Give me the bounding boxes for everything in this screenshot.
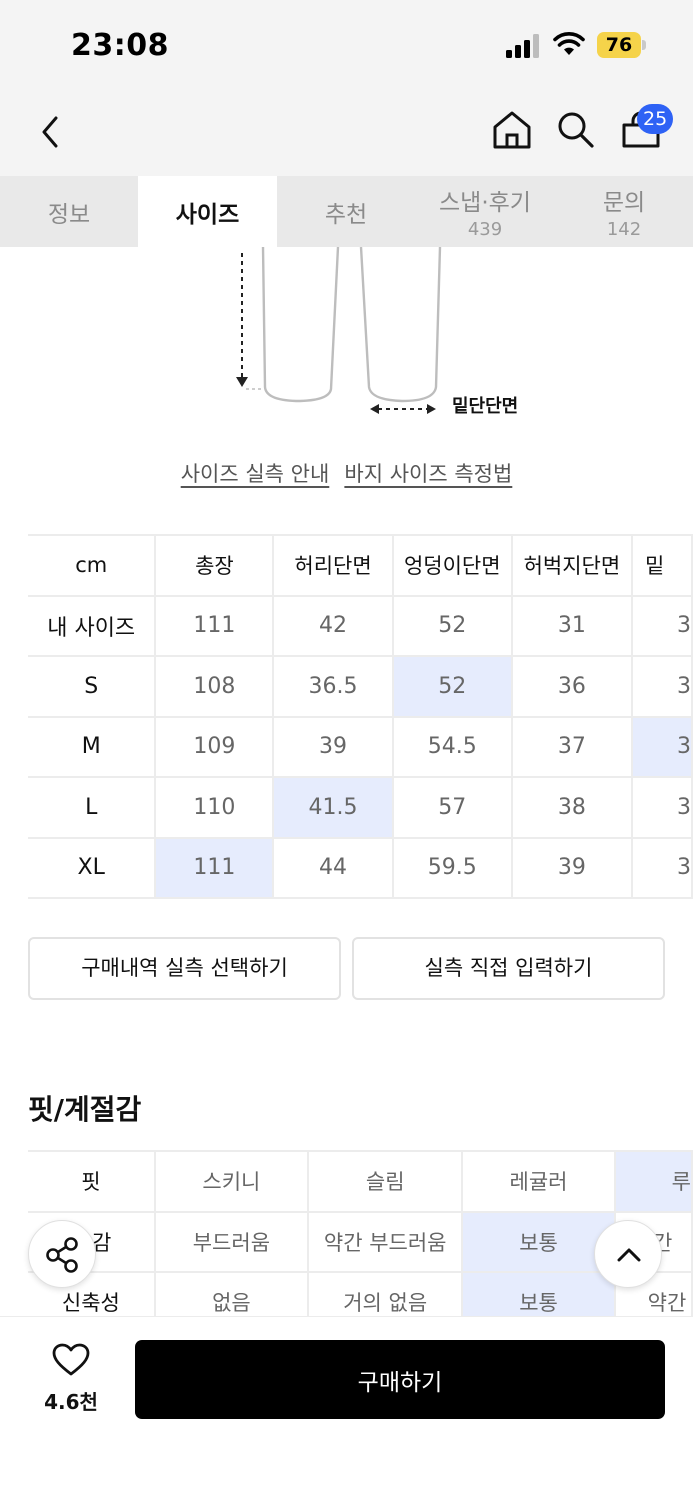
table-cell: 59.5	[391, 836, 513, 899]
table-cell: 36.5	[272, 655, 394, 718]
table-cell: 38	[510, 776, 633, 839]
table-cell-highlighted: 52	[391, 655, 513, 718]
top-nav-bar	[0, 92, 693, 176]
table-cell: 111	[154, 594, 275, 657]
row-label: XL	[28, 836, 157, 899]
fit-section-title: 핏/계절감	[28, 1093, 142, 1126]
header-cell: 엉덩이단면	[391, 534, 513, 597]
share-button[interactable]	[28, 1220, 96, 1288]
table-row: 내 사이즈 111 42 52 31 3	[28, 594, 693, 657]
tab-label: 스냅·후기	[439, 190, 531, 216]
status-bar: 23:08 76	[0, 0, 693, 92]
table-cell: 109	[154, 715, 275, 778]
pants-measurement-diagram	[236, 247, 442, 414]
table-cell: 37	[510, 715, 633, 778]
table-cell: 52	[391, 594, 513, 657]
table-cell: 44	[272, 836, 394, 899]
table-cell: 스키니	[153, 1150, 309, 1213]
table-cell-highlighted: 루	[613, 1150, 693, 1213]
battery-indicator: 76	[597, 32, 647, 58]
like-count: 4.6천	[44, 1390, 98, 1414]
table-row[interactable]: XL 111 44 59.5 39 3	[28, 836, 693, 899]
header-cell: 밑	[630, 534, 693, 597]
chevron-up-icon	[617, 1248, 641, 1262]
pants-measure-link[interactable]: 바지 사이즈 측정법	[344, 462, 512, 486]
header-cell: 허벅지단면	[510, 534, 633, 597]
purchase-history-size-button[interactable]: 구매내역 실측 선택하기	[28, 937, 341, 1000]
scroll-to-top-button[interactable]	[594, 1220, 662, 1288]
row-label: 내 사이즈	[28, 594, 157, 657]
row-label: S	[28, 655, 157, 718]
table-cell: 3	[630, 836, 693, 899]
table-cell: 39	[510, 836, 633, 899]
battery-level: 76	[605, 34, 633, 56]
table-row: 핏 스키니 슬림 레귤러 루	[28, 1150, 693, 1213]
table-cell: 57	[391, 776, 513, 839]
row-label: 핏	[28, 1150, 156, 1213]
product-tabs: 정보 사이즈 추천 스냅·후기 439 문의 142	[0, 176, 693, 247]
back-arrow-icon[interactable]	[32, 110, 68, 154]
table-cell: 3	[630, 655, 693, 718]
wifi-icon	[553, 32, 585, 55]
table-cell-highlighted: 3	[630, 715, 693, 778]
fit-table: 핏 스키니 슬림 레귤러 루 감 부드러움 약간 부드러움 보통 약간 신축성 …	[28, 1150, 693, 1334]
table-cell: 54.5	[391, 715, 513, 778]
hem-width-label: 밑단단면	[452, 396, 519, 417]
table-cell: 108	[154, 655, 275, 718]
size-table: cm 총장 허리단면 엉덩이단면 허벅지단면 밑 내 사이즈 111 42 52…	[28, 534, 693, 899]
table-cell: 부드러움	[153, 1210, 309, 1273]
table-cell: 31	[510, 594, 633, 657]
header-cell: 허리단면	[272, 534, 394, 597]
header-cell: 총장	[154, 534, 275, 597]
tab-label: 추천	[324, 201, 368, 228]
table-row[interactable]: M 109 39 54.5 37 3	[28, 715, 693, 778]
share-icon	[46, 1237, 78, 1273]
table-row[interactable]: L 110 41.5 57 38 3	[28, 776, 693, 839]
table-row: 감 부드러움 약간 부드러움 보통 약간	[28, 1210, 693, 1273]
tab-inquiry[interactable]: 문의 142	[555, 176, 693, 247]
heart-icon	[52, 1343, 90, 1376]
tab-label: 문의	[602, 190, 646, 216]
buy-button[interactable]: 구매하기	[135, 1340, 665, 1419]
tab-count: 439	[467, 219, 503, 240]
home-icon[interactable]	[490, 108, 534, 152]
row-label: M	[28, 715, 157, 778]
size-guide-links: 사이즈 실측 안내 바지 사이즈 측정법	[0, 458, 693, 488]
table-cell-highlighted: 111	[154, 836, 275, 899]
status-time: 23:08	[71, 28, 169, 63]
row-label: L	[28, 776, 157, 839]
tab-info[interactable]: 정보	[0, 176, 138, 247]
header-cell: cm	[28, 534, 157, 597]
table-cell-highlighted: 41.5	[272, 776, 394, 839]
table-cell: 3	[630, 594, 693, 657]
table-cell-highlighted: 보통	[461, 1210, 616, 1273]
tab-recommend[interactable]: 추천	[277, 176, 415, 247]
table-cell: 레귤러	[461, 1150, 616, 1213]
table-row[interactable]: S 108 36.5 52 36 3	[28, 655, 693, 718]
table-cell: 110	[154, 776, 275, 839]
cellular-signal-icon	[506, 34, 539, 58]
like-button[interactable]: 4.6천	[36, 1342, 106, 1418]
tab-label: 정보	[47, 201, 91, 228]
manual-size-input-button[interactable]: 실측 직접 입력하기	[352, 937, 665, 1000]
table-cell: 39	[272, 715, 394, 778]
table-cell: 36	[510, 655, 633, 718]
tab-label: 사이즈	[175, 201, 240, 228]
table-cell: 슬림	[306, 1150, 464, 1213]
table-cell: 3	[630, 776, 693, 839]
tab-size[interactable]: 사이즈	[138, 176, 277, 247]
size-guide-link[interactable]: 사이즈 실측 안내	[181, 462, 330, 486]
table-cell: 약간 부드러움	[306, 1210, 464, 1273]
tab-count: 142	[606, 219, 642, 240]
table-cell: 42	[272, 594, 394, 657]
tab-snap-review[interactable]: 스냅·후기 439	[415, 176, 555, 247]
size-table-header: cm 총장 허리단면 엉덩이단면 허벅지단면 밑	[28, 534, 693, 597]
search-icon[interactable]	[555, 108, 597, 152]
cart-count-badge: 25	[637, 104, 674, 134]
